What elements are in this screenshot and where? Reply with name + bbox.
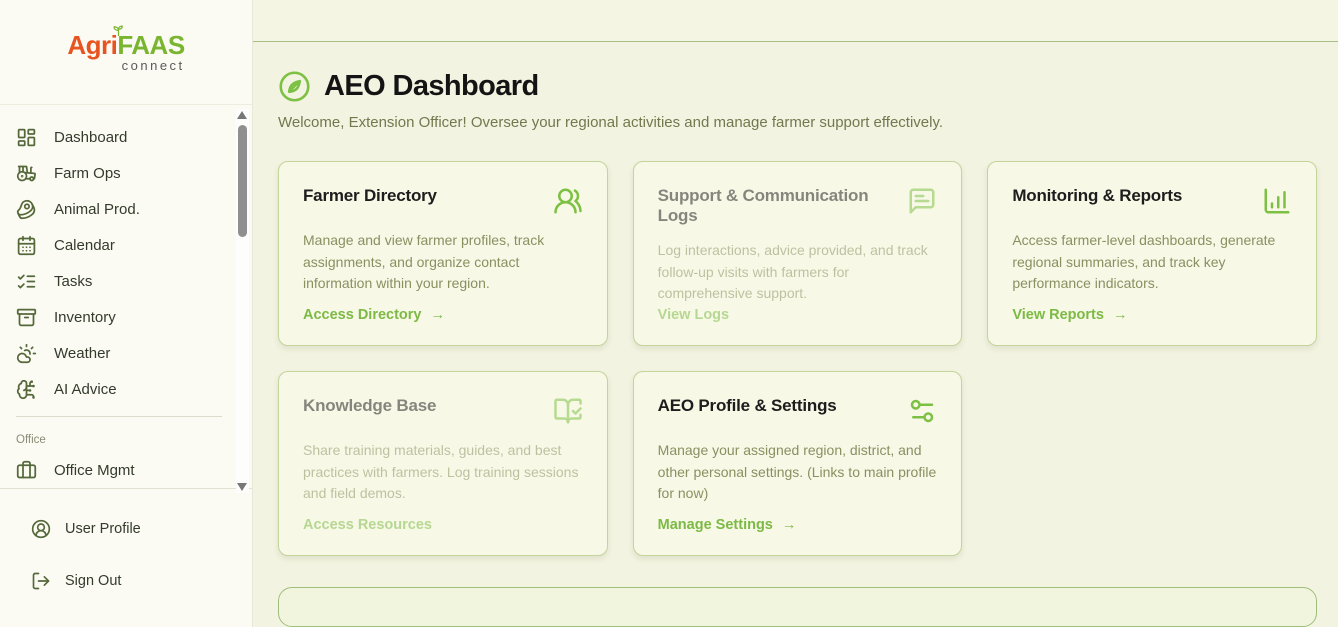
settings-sliders-icon (907, 396, 937, 426)
arrow-right-icon: → (782, 517, 797, 533)
sidebar-item-label: Animal Prod. (54, 201, 140, 218)
sidebar-item-label: Office Mgmt (54, 462, 135, 479)
card-aeo-profile-settings: AEO Profile & Settings Manage your assig… (633, 371, 963, 556)
brand-logo[interactable]: AgriFAAS connect (0, 0, 252, 105)
list-checks-icon (16, 271, 37, 292)
sidebar-item-label: Tasks (54, 273, 92, 290)
card-description: Log interactions, advice provided, and t… (658, 240, 938, 305)
sidebar-item-weather[interactable]: Weather (0, 335, 252, 371)
card-description: Manage your assigned region, district, a… (658, 440, 938, 505)
arrow-right-icon: → (431, 307, 446, 323)
access-resources-link[interactable]: Access Resources (303, 517, 583, 533)
bottom-panel (278, 587, 1317, 627)
page-header: AEO Dashboard (278, 70, 1317, 103)
arrow-right-icon: → (1113, 307, 1128, 323)
sidebar-item-farm-ops[interactable]: Farm Ops (0, 155, 252, 191)
page-subtitle: Welcome, Extension Officer! Oversee your… (278, 114, 1317, 131)
sidebar-item-dashboard[interactable]: Dashboard (0, 119, 252, 155)
beef-icon (16, 199, 37, 220)
main-area: AEO Dashboard Welcome, Extension Officer… (253, 0, 1338, 627)
calendar-icon (16, 235, 37, 256)
user-profile-button[interactable]: User Profile (0, 509, 252, 549)
cloud-sun-icon (16, 343, 37, 364)
page-title: AEO Dashboard (324, 70, 539, 103)
tractor-icon (16, 163, 37, 184)
sidebar-item-calendar[interactable]: Calendar (0, 227, 252, 263)
card-grid: Farmer Directory Manage and view farmer … (278, 161, 1317, 556)
sidebar-item-label: Dashboard (54, 129, 127, 146)
view-logs-link[interactable]: View Logs (658, 307, 938, 323)
footer-item-label: User Profile (65, 521, 141, 537)
card-monitoring-reports: Monitoring & Reports Access farmer-level… (987, 161, 1317, 346)
card-description: Share training materials, guides, and be… (303, 440, 583, 505)
sidebar-item-label: AI Advice (54, 381, 117, 398)
sidebar-nav: Dashboard Farm Ops Animal Prod. Calendar… (0, 105, 252, 488)
sidebar-item-ai-advice[interactable]: AI Advice (0, 371, 252, 407)
manage-settings-link[interactable]: Manage Settings→ (658, 517, 938, 533)
scrollbar-thumb[interactable] (238, 125, 247, 237)
message-square-icon (907, 186, 937, 216)
bar-chart-icon (1262, 186, 1292, 216)
book-open-check-icon (553, 396, 583, 426)
brain-circuit-icon (16, 379, 37, 400)
sidebar-item-label: Weather (54, 345, 110, 362)
sidebar-scrollbar[interactable] (236, 109, 249, 493)
view-reports-link[interactable]: View Reports→ (1012, 307, 1292, 323)
dashboard-icon (16, 127, 37, 148)
sprout-icon (111, 23, 126, 42)
sign-out-icon (31, 571, 51, 591)
card-farmer-directory: Farmer Directory Manage and view farmer … (278, 161, 608, 346)
sidebar: AgriFAAS connect Dashboard Farm Ops Anim… (0, 0, 253, 627)
card-support-logs: Support & Communication Logs Log interac… (633, 161, 963, 346)
card-title: Support & Communication Logs (658, 186, 898, 226)
sign-out-button[interactable]: Sign Out (0, 561, 252, 601)
sidebar-item-inventory[interactable]: Inventory (0, 299, 252, 335)
sidebar-item-label: Farm Ops (54, 165, 121, 182)
sidebar-item-label: Calendar (54, 237, 115, 254)
footer-item-label: Sign Out (65, 573, 121, 589)
scrollbar-up-arrow-icon[interactable] (237, 111, 247, 119)
sidebar-item-label: Inventory (54, 309, 116, 326)
card-title: AEO Profile & Settings (658, 396, 837, 416)
top-bar (253, 0, 1338, 42)
card-title: Knowledge Base (303, 396, 436, 416)
user-circle-icon (31, 519, 51, 539)
sidebar-item-animal-prod[interactable]: Animal Prod. (0, 191, 252, 227)
brand-subtitle: connect (67, 59, 184, 72)
scrollbar-down-arrow-icon[interactable] (237, 483, 247, 491)
archive-box-icon (16, 307, 37, 328)
access-directory-link[interactable]: Access Directory→ (303, 307, 583, 323)
card-description: Access farmer-level dashboards, generate… (1012, 230, 1292, 295)
briefcase-icon (16, 460, 37, 481)
sidebar-section-office: Office (0, 417, 252, 452)
leaf-circle-icon (278, 70, 311, 103)
users-icon (553, 186, 583, 216)
sidebar-item-tasks[interactable]: Tasks (0, 263, 252, 299)
card-knowledge-base: Knowledge Base Share training materials,… (278, 371, 608, 556)
sidebar-footer: User Profile Sign Out (0, 488, 252, 627)
sidebar-item-office-mgmt[interactable]: Office Mgmt (0, 452, 252, 488)
card-title: Monitoring & Reports (1012, 186, 1182, 206)
card-description: Manage and view farmer profiles, track a… (303, 230, 583, 295)
card-title: Farmer Directory (303, 186, 437, 206)
dashboard-content: AEO Dashboard Welcome, Extension Officer… (253, 42, 1338, 627)
